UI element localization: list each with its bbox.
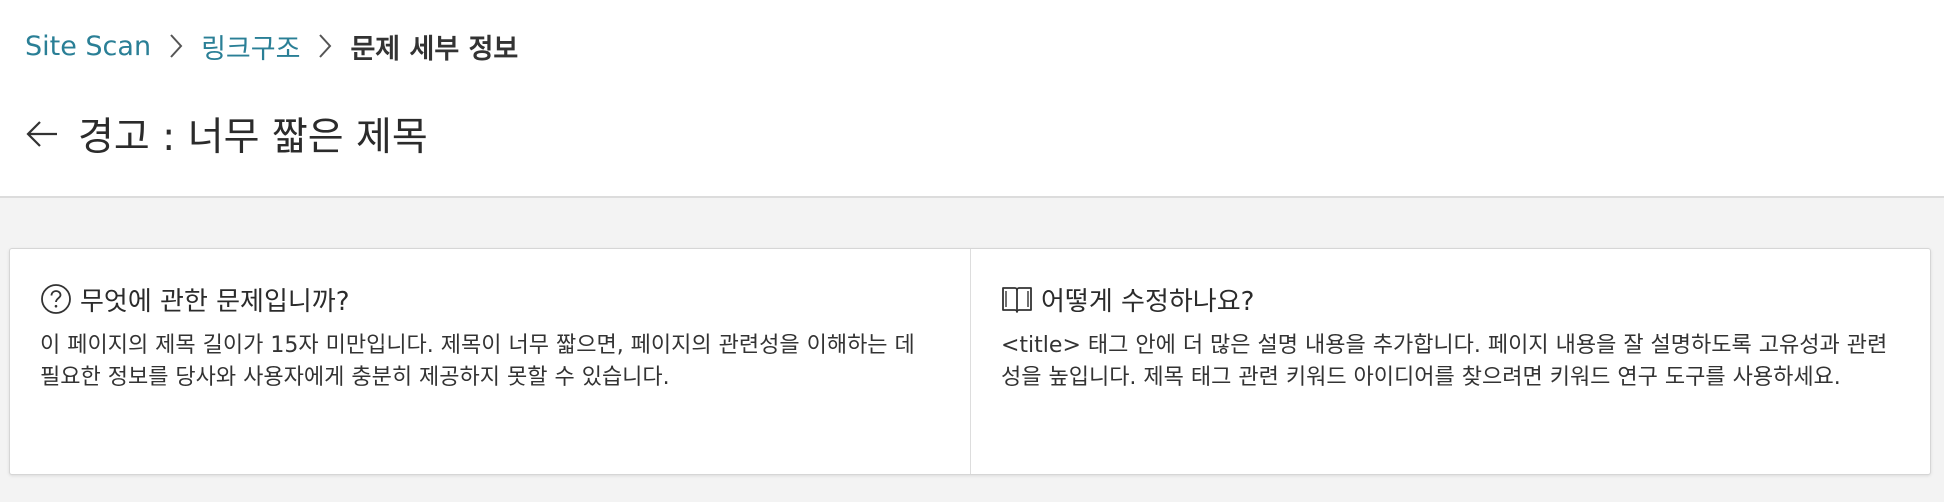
- back-button[interactable]: [22, 114, 62, 154]
- question-circle-icon: [40, 283, 72, 315]
- breadcrumb-current: 문제 세부 정보: [350, 33, 519, 65]
- breadcrumb: Site Scan 링크구조 문제 세부 정보: [25, 26, 518, 66]
- what-panel-title: 무엇에 관한 문제입니까?: [80, 286, 350, 317]
- arrow-left-icon: [26, 121, 57, 147]
- breadcrumb-link-link-structure[interactable]: 링크구조: [201, 27, 300, 66]
- what-panel-header: 무엇에 관한 문제입니까?: [40, 282, 940, 317]
- issue-details-card: 무엇에 관한 문제입니까? 이 페이지의 제목 길이가 15자 미만입니다. 제…: [9, 248, 1931, 475]
- chevron-right-icon: [318, 33, 332, 59]
- fix-panel-body: <title> 태그 안에 더 많은 설명 내용을 추가합니다. 페이지 내용을…: [1001, 333, 1888, 390]
- fix-panel-title: 어떻게 수정하나요?: [1041, 286, 1255, 317]
- book-open-icon: [1001, 283, 1033, 315]
- what-panel: 무엇에 관한 문제입니까? 이 페이지의 제목 길이가 15자 미만입니다. 제…: [10, 249, 970, 474]
- page-header: Site Scan 링크구조 문제 세부 정보 경고 : 너무 짧은 제목: [0, 0, 1944, 198]
- breadcrumb-link-site-scan[interactable]: Site Scan: [25, 31, 151, 62]
- fix-panel-header: 어떻게 수정하나요?: [1001, 282, 1900, 317]
- what-panel-body: 이 페이지의 제목 길이가 15자 미만입니다. 제목이 너무 짧으면, 페이지…: [40, 333, 915, 390]
- title-row: 경고 : 너무 짧은 제목: [22, 106, 428, 162]
- page-title: 경고 : 너무 짧은 제목: [78, 115, 428, 160]
- chevron-right-icon: [169, 33, 183, 59]
- fix-panel: 어떻게 수정하나요? <title> 태그 안에 더 많은 설명 내용을 추가합…: [970, 249, 1930, 474]
